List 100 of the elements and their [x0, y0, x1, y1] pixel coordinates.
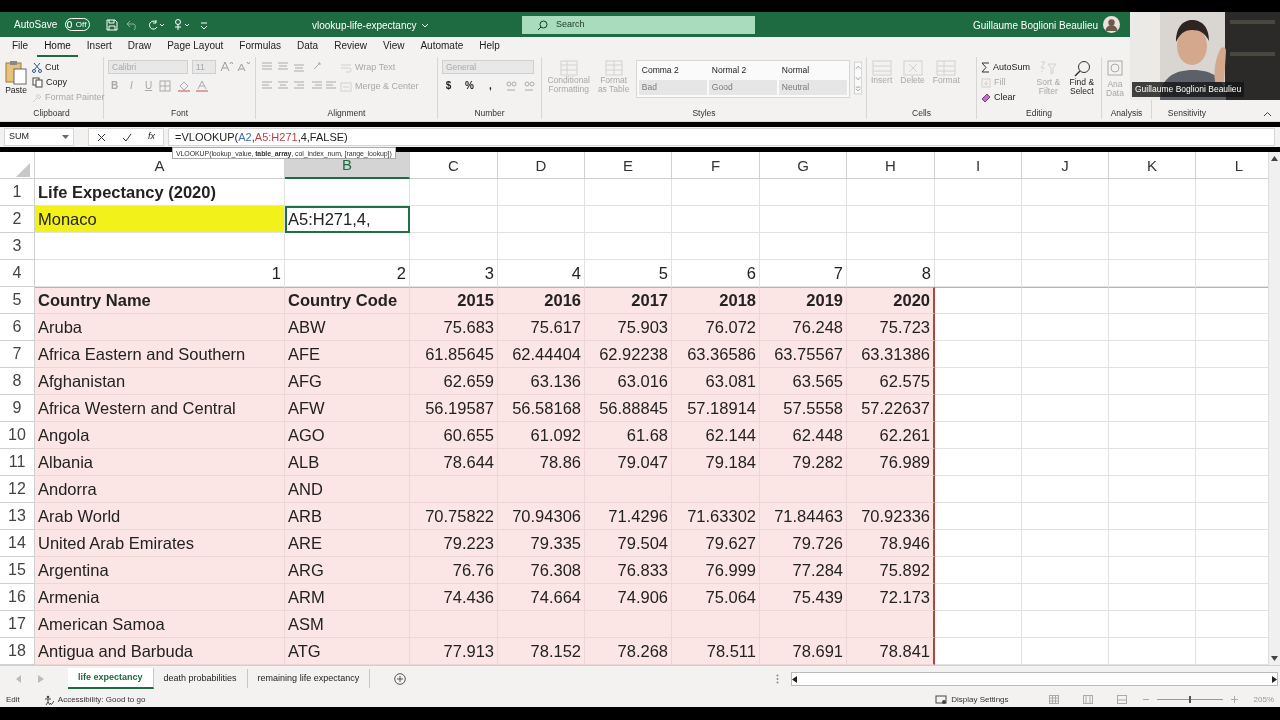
comma-style-button[interactable]: ,: [484, 78, 497, 93]
fill-color-icon[interactable]: [177, 79, 191, 92]
insert-function-button[interactable]: fx: [147, 130, 155, 144]
column-header[interactable]: I: [935, 152, 1022, 179]
table-cell: AFE: [285, 341, 410, 368]
search-icon: [1072, 60, 1091, 78]
autosum-button[interactable]: AutoSum: [981, 60, 1031, 75]
table-cell: ARG: [285, 557, 410, 584]
table-cell: 79.223: [410, 530, 498, 557]
add-sheet-icon[interactable]: [394, 673, 407, 685]
table-cell: 79.184: [672, 449, 760, 476]
column-header[interactable]: K: [1109, 152, 1196, 179]
table-cell: 78.841: [847, 638, 935, 665]
scroll-up-icon[interactable]: [1271, 156, 1278, 161]
decimal-icons-drawing[interactable]: [505, 79, 537, 92]
insert-cells-icon: [871, 60, 892, 76]
cancel-icon[interactable]: [97, 132, 106, 142]
file-title[interactable]: vlookup-life-expectancy: [312, 18, 417, 33]
column-header[interactable]: J: [1022, 152, 1109, 179]
cell-style-option[interactable]: Normal 2: [708, 63, 777, 78]
wrap-text-icon: [340, 62, 352, 73]
column-header[interactable]: C: [410, 152, 498, 179]
menu-tab[interactable]: File: [5, 35, 36, 57]
zoom-in-icon[interactable]: [1230, 696, 1238, 703]
table-cell: 72.173: [847, 584, 935, 611]
save-icon[interactable]: [106, 18, 119, 31]
participant-name: Guillaume Boglioni Beaulieu: [1132, 82, 1245, 97]
splitter-handle-icon[interactable]: [776, 674, 780, 684]
normal-view-icon[interactable]: [1048, 695, 1059, 704]
menu-tab[interactable]: Review: [327, 35, 374, 57]
sheet-tab[interactable]: life expectancy: [68, 667, 154, 690]
accessibility-icon[interactable]: [43, 694, 54, 705]
font-color-icon[interactable]: [195, 79, 209, 92]
column-header[interactable]: D: [498, 152, 585, 179]
formula-field[interactable]: =VLOOKUP(A2,A5:H271,4,FALSE): [168, 128, 1275, 146]
cell-style-option[interactable]: Normal: [778, 63, 847, 78]
column-header[interactable]: G: [760, 152, 847, 179]
percent-button[interactable]: %: [463, 78, 476, 93]
clear-button[interactable]: Clear: [981, 90, 1031, 105]
accessibility-status[interactable]: Accessibility: Good to go: [57, 693, 146, 706]
customize-icon[interactable]: [200, 19, 209, 30]
brush-icon: [32, 92, 42, 103]
page-layout-view-icon[interactable]: [1082, 695, 1093, 704]
cell-editor[interactable]: A5:H271,4,: [285, 206, 410, 233]
table-cell: 57.18914: [672, 395, 760, 422]
zoom-slider-thumb[interactable]: [1188, 696, 1191, 703]
table-cell: 61.85645: [410, 341, 498, 368]
menu-tab[interactable]: Data: [290, 35, 326, 57]
table-cell: 77.913: [410, 638, 498, 665]
name-box[interactable]: SUM: [4, 128, 74, 146]
column-header[interactable]: E: [585, 152, 672, 179]
redo-icon[interactable]: [148, 18, 167, 31]
menu-tab[interactable]: Page Layout: [160, 35, 231, 57]
find-select-button[interactable]: Find & Select: [1066, 60, 1097, 97]
menu-tab[interactable]: Draw: [120, 35, 159, 57]
column-header[interactable]: H: [847, 152, 935, 179]
avatar-icon[interactable]: [1103, 16, 1120, 33]
paste-button[interactable]: Paste: [4, 60, 28, 96]
menu-tab[interactable]: Insert: [79, 35, 119, 57]
select-all-icon[interactable]: [16, 163, 30, 177]
column-header[interactable]: F: [672, 152, 760, 179]
collapse-ribbon-icon[interactable]: [1263, 111, 1272, 117]
table-cell: 62.44404: [498, 341, 585, 368]
gallery-scroll-icon[interactable]: [853, 60, 862, 96]
search-field[interactable]: Search: [522, 16, 755, 34]
table-cell: 71.63302: [672, 503, 760, 530]
menu-tab[interactable]: Formulas: [232, 35, 289, 57]
table-cell: 75.903: [585, 314, 672, 341]
table-cell: ATG: [285, 638, 410, 665]
cell-style-option[interactable]: Comma 2: [638, 63, 707, 78]
caret-icon[interactable]: [420, 22, 429, 29]
display-settings-icon[interactable]: [935, 694, 948, 705]
row-header[interactable]: 1: [0, 179, 35, 206]
table-cell: Albania: [35, 449, 285, 476]
search-icon: [537, 19, 548, 31]
row-header[interactable]: 3: [0, 233, 35, 260]
row-header[interactable]: 4: [0, 260, 35, 287]
menu-tab[interactable]: View: [375, 35, 412, 57]
scroll-right-icon[interactable]: [1271, 675, 1278, 683]
menu-tab[interactable]: Help: [472, 35, 507, 57]
sheet-tab[interactable]: remaining life expectancy: [247, 668, 371, 689]
checkmark-icon[interactable]: [121, 132, 132, 142]
shrink-font-icon[interactable]: [237, 60, 250, 72]
next-sheet-icon[interactable]: [38, 675, 44, 683]
table-cell: 78.691: [760, 638, 847, 665]
table-cell: 62.448: [760, 422, 847, 449]
page-break-view-icon[interactable]: [1116, 695, 1127, 704]
grow-font-icon[interactable]: [220, 60, 233, 72]
display-settings-button[interactable]: Display Settings: [951, 693, 1009, 706]
scroll-down-icon[interactable]: [1271, 656, 1278, 661]
scroll-left-icon[interactable]: [792, 675, 799, 683]
currency-button[interactable]: $: [442, 78, 455, 93]
borders-icon[interactable]: [159, 79, 173, 92]
previous-sheet-icon[interactable]: [16, 675, 22, 683]
sheet-tab[interactable]: death probabilities: [153, 668, 248, 689]
horizontal-scrollbar[interactable]: [791, 672, 1279, 686]
menu-tab[interactable]: Automate: [413, 35, 471, 57]
copy-button[interactable]: Copy: [32, 75, 105, 90]
table-cell: 76.248: [760, 314, 847, 341]
cut-button[interactable]: Cut: [32, 60, 105, 75]
